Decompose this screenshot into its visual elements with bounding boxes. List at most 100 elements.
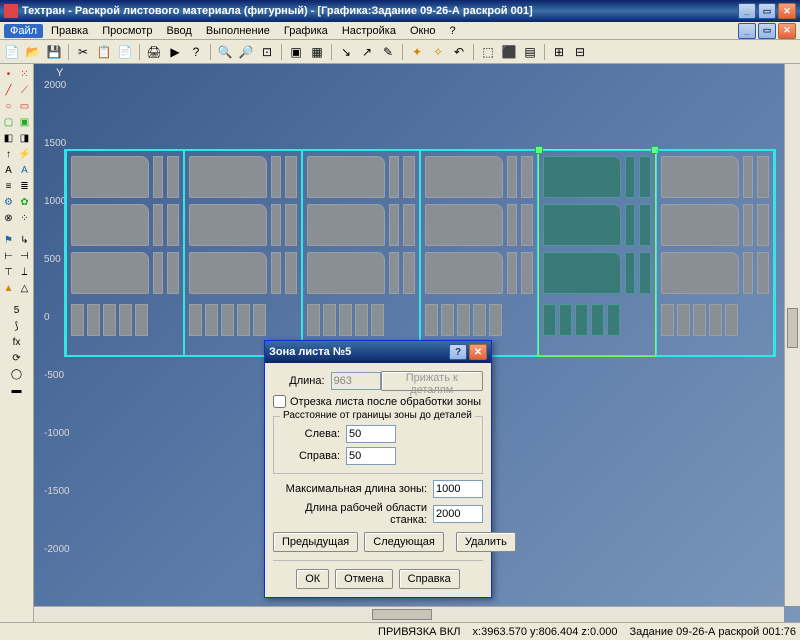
nested-part[interactable] — [607, 304, 620, 336]
tool-text-icon[interactable]: A — [1, 162, 17, 178]
nested-part[interactable] — [389, 156, 399, 198]
zoom-fit-icon[interactable]: ⊡ — [258, 43, 276, 61]
tool-b-icon[interactable]: ↗ — [358, 43, 376, 61]
nested-part[interactable] — [743, 252, 753, 294]
nested-part[interactable] — [693, 304, 706, 336]
nested-part[interactable] — [271, 252, 281, 294]
tool-sp-icon[interactable]: ⟳ — [9, 350, 25, 366]
tool-t2-icon[interactable]: ◨ — [17, 130, 33, 146]
tool-p2-icon[interactable]: △ — [17, 280, 33, 296]
nested-part[interactable] — [103, 304, 116, 336]
zone-6[interactable] — [656, 149, 774, 357]
menu-help[interactable]: ? — [444, 24, 462, 38]
nested-part[interactable] — [135, 304, 148, 336]
minimize-button[interactable]: _ — [738, 3, 756, 19]
nested-part[interactable] — [575, 304, 588, 336]
nested-part[interactable] — [425, 156, 503, 198]
nested-part[interactable] — [489, 304, 502, 336]
cancel-button[interactable]: Отмена — [335, 569, 392, 589]
tool-h1-icon[interactable]: ⊢ — [1, 248, 17, 264]
snap-to-parts-button[interactable]: Прижать к деталям — [381, 371, 483, 391]
tool-thunder-icon[interactable]: ⚡ — [17, 146, 33, 162]
save-icon[interactable]: 💾 — [45, 43, 63, 61]
tool-v2-icon[interactable]: ⟘ — [17, 264, 33, 280]
nested-part[interactable] — [71, 252, 149, 294]
tool-gear-icon[interactable]: ⚙ — [1, 194, 17, 210]
undo-icon[interactable]: ↶ — [450, 43, 468, 61]
cut-icon[interactable]: ✂ — [74, 43, 92, 61]
nested-part[interactable] — [543, 156, 621, 198]
nested-part[interactable] — [639, 252, 651, 294]
copy-icon[interactable]: 📋 — [95, 43, 113, 61]
nested-part[interactable] — [167, 204, 179, 246]
tool-5-icon[interactable]: 5 — [9, 302, 25, 318]
maxlen-input[interactable] — [433, 480, 483, 498]
dialog-help-button[interactable]: ? — [449, 344, 467, 360]
menu-exec[interactable]: Выполнение — [200, 24, 276, 38]
nest-icon[interactable]: ⬚ — [479, 43, 497, 61]
tool-line2-icon[interactable]: ⟋ — [17, 82, 33, 98]
nested-part[interactable] — [323, 304, 336, 336]
nested-part[interactable] — [677, 304, 690, 336]
cut-after-checkbox[interactable]: Отрезка листа после обработки зоны — [273, 395, 483, 408]
nested-part[interactable] — [725, 304, 738, 336]
help-icon[interactable]: ? — [187, 43, 205, 61]
nested-part[interactable] — [625, 204, 635, 246]
nested-part[interactable] — [189, 156, 267, 198]
tool-dots-icon[interactable]: ⁘ — [17, 210, 33, 226]
nested-part[interactable] — [167, 252, 179, 294]
nested-part[interactable] — [307, 252, 385, 294]
tool-t1-icon[interactable]: ◧ — [1, 130, 17, 146]
zoom-in-icon[interactable]: 🔍 — [216, 43, 234, 61]
nested-part[interactable] — [521, 204, 533, 246]
dialog-titlebar[interactable]: Зона листа №5 ? ✕ — [265, 341, 491, 363]
tool-arrow-icon[interactable]: ↑ — [1, 146, 17, 162]
nested-part[interactable] — [425, 304, 438, 336]
nested-part[interactable] — [389, 252, 399, 294]
zone-5-selected[interactable] — [538, 149, 656, 357]
grid2-icon[interactable]: ⊟ — [571, 43, 589, 61]
zone-3[interactable] — [302, 149, 420, 357]
nested-part[interactable] — [441, 304, 454, 336]
tool-line-icon[interactable]: ╱ — [1, 82, 17, 98]
help-button[interactable]: Справка — [399, 569, 460, 589]
nested-part[interactable] — [661, 304, 674, 336]
menu-file[interactable]: Файл — [4, 24, 43, 38]
nested-part[interactable] — [307, 156, 385, 198]
nested-part[interactable] — [71, 304, 84, 336]
menu-graphics[interactable]: Графика — [278, 24, 334, 38]
prev-button[interactable]: Предыдущая — [273, 532, 358, 552]
sheet-outline[interactable] — [64, 149, 776, 357]
nested-part[interactable] — [307, 204, 385, 246]
delete-button[interactable]: Удалить — [456, 532, 516, 552]
doc-minimize-button[interactable]: _ — [738, 23, 756, 39]
tool-circ-icon[interactable]: ◯ — [9, 366, 25, 382]
next-button[interactable]: Следующая — [364, 532, 444, 552]
nested-part[interactable] — [237, 304, 250, 336]
nested-part[interactable] — [119, 304, 132, 336]
menu-edit[interactable]: Правка — [45, 24, 94, 38]
nested-part[interactable] — [87, 304, 100, 336]
tool-gear2-icon[interactable]: ✿ — [17, 194, 33, 210]
doc-close-button[interactable]: ✕ — [778, 23, 796, 39]
nested-part[interactable] — [521, 156, 533, 198]
right-input[interactable] — [346, 447, 396, 465]
window-icon[interactable]: ▣ — [287, 43, 305, 61]
nested-part[interactable] — [153, 204, 163, 246]
tool-fx-icon[interactable]: fx — [9, 334, 25, 350]
nested-part[interactable] — [153, 252, 163, 294]
tool-layer-icon[interactable]: ≡ — [1, 178, 17, 194]
nested-part[interactable] — [425, 252, 503, 294]
maximize-button[interactable]: ▭ — [758, 3, 776, 19]
tool-x-icon[interactable]: ⊗ — [1, 210, 17, 226]
nest2-icon[interactable]: ⬛ — [500, 43, 518, 61]
tool-layer2-icon[interactable]: ≣ — [17, 178, 33, 194]
menu-input[interactable]: Ввод — [160, 24, 197, 38]
nested-part[interactable] — [639, 204, 651, 246]
nested-part[interactable] — [307, 304, 320, 336]
tool-s-icon[interactable]: ⟆ — [9, 318, 25, 334]
star-icon[interactable]: ✦ — [408, 43, 426, 61]
nested-part[interactable] — [189, 304, 202, 336]
nest3-icon[interactable]: ▤ — [521, 43, 539, 61]
tool-fill-icon[interactable]: ▣ — [17, 114, 33, 130]
